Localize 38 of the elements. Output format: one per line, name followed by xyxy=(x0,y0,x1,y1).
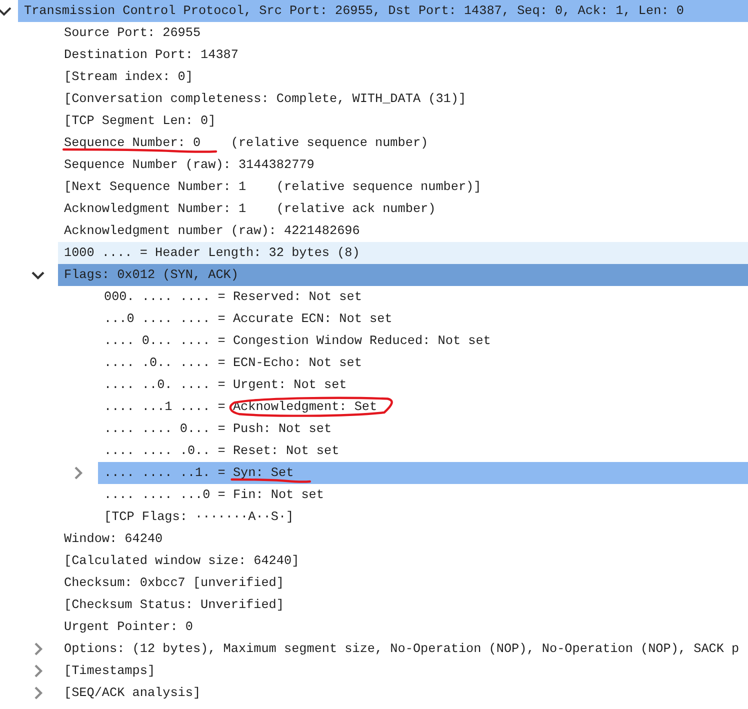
tree-item[interactable]: Destination Port: 14387 xyxy=(58,44,244,66)
tree-item[interactable]: [SEQ/ACK analysis] xyxy=(58,682,207,704)
tree-item[interactable]: Sequence Number (raw): 3144382779 xyxy=(58,154,320,176)
tree-item[interactable]: .... .0.. .... = ECN-Echo: Not set xyxy=(98,352,368,374)
tree-item[interactable]: Window: 64240 xyxy=(58,528,169,550)
tree-item[interactable]: Source Port: 26955 xyxy=(58,22,207,44)
tree-item[interactable]: [TCP Segment Len: 0] xyxy=(58,110,222,132)
tree-item[interactable]: Options: (12 bytes), Maximum segment size, No-Operation (NOP), No-Operation (NOP), SACK p xyxy=(58,638,746,660)
tree-item[interactable]: .... 0... .... = Congestion Window Reduced: Not set xyxy=(98,330,497,352)
tree-item[interactable]: Checksum: 0xbcc7 [unverified] xyxy=(58,572,290,594)
tree-item[interactable]: .... .... ...0 = Fin: Not set xyxy=(98,484,330,506)
tree-item[interactable]: [Checksum Status: Unverified] xyxy=(58,594,290,616)
chevron-right-icon[interactable] xyxy=(34,686,42,700)
tree-item[interactable]: .... ...1 .... = Acknowledgment: Set xyxy=(98,396,404,418)
tree-item[interactable]: [Next Sequence Number: 1 (relative sequence number)] xyxy=(58,176,488,198)
tree-item[interactable]: .... .... 0... = Push: Not set xyxy=(98,418,338,440)
tree-item[interactable]: .... ..0. .... = Urgent: Not set xyxy=(98,374,353,396)
chevron-right-icon[interactable] xyxy=(34,642,42,656)
chevron-down-icon[interactable] xyxy=(31,270,45,280)
tree-item[interactable]: [Calculated window size: 64240] xyxy=(58,550,306,572)
tree-item[interactable]: [Conversation completeness: Complete, WITH_DATA (31)] xyxy=(58,88,472,110)
tree-item[interactable]: [Stream index: 0] xyxy=(58,66,199,88)
tree-item[interactable]: Acknowledgment Number: 1 (relative ack number) xyxy=(58,198,442,220)
tree-item[interactable]: 1000 .... = Header Length: 32 bytes (8) xyxy=(58,242,748,264)
tree-item[interactable]: [Timestamps] xyxy=(58,660,162,682)
tree-item[interactable]: Sequence Number: 0 (relative sequence number) xyxy=(58,132,454,154)
tree-item[interactable]: Urgent Pointer: 0 xyxy=(58,616,199,638)
tree-item[interactable]: [TCP Flags: ·······A··S·] xyxy=(98,506,300,528)
tree-item[interactable]: 000. .... .... = Reserved: Not set xyxy=(98,286,368,308)
chevron-right-icon[interactable] xyxy=(34,664,42,678)
tree-item[interactable]: .... .... ..1. = Syn: Set xyxy=(98,462,748,484)
chevron-down-icon[interactable] xyxy=(0,6,11,16)
tree-item[interactable]: Transmission Control Protocol, Src Port: 26955, Dst Port: 14387, Seq: 0, Ack: 1, Len: 0 xyxy=(18,0,748,22)
tree-item[interactable]: Flags: 0x012 (SYN, ACK) xyxy=(58,264,748,286)
tree-item[interactable]: ...0 .... .... = Accurate ECN: Not set xyxy=(98,308,398,330)
tree-item[interactable]: .... .... .0.. = Reset: Not set xyxy=(98,440,346,462)
chevron-right-icon[interactable] xyxy=(74,466,82,480)
tree-item[interactable]: Acknowledgment number (raw): 4221482696 xyxy=(58,220,366,242)
